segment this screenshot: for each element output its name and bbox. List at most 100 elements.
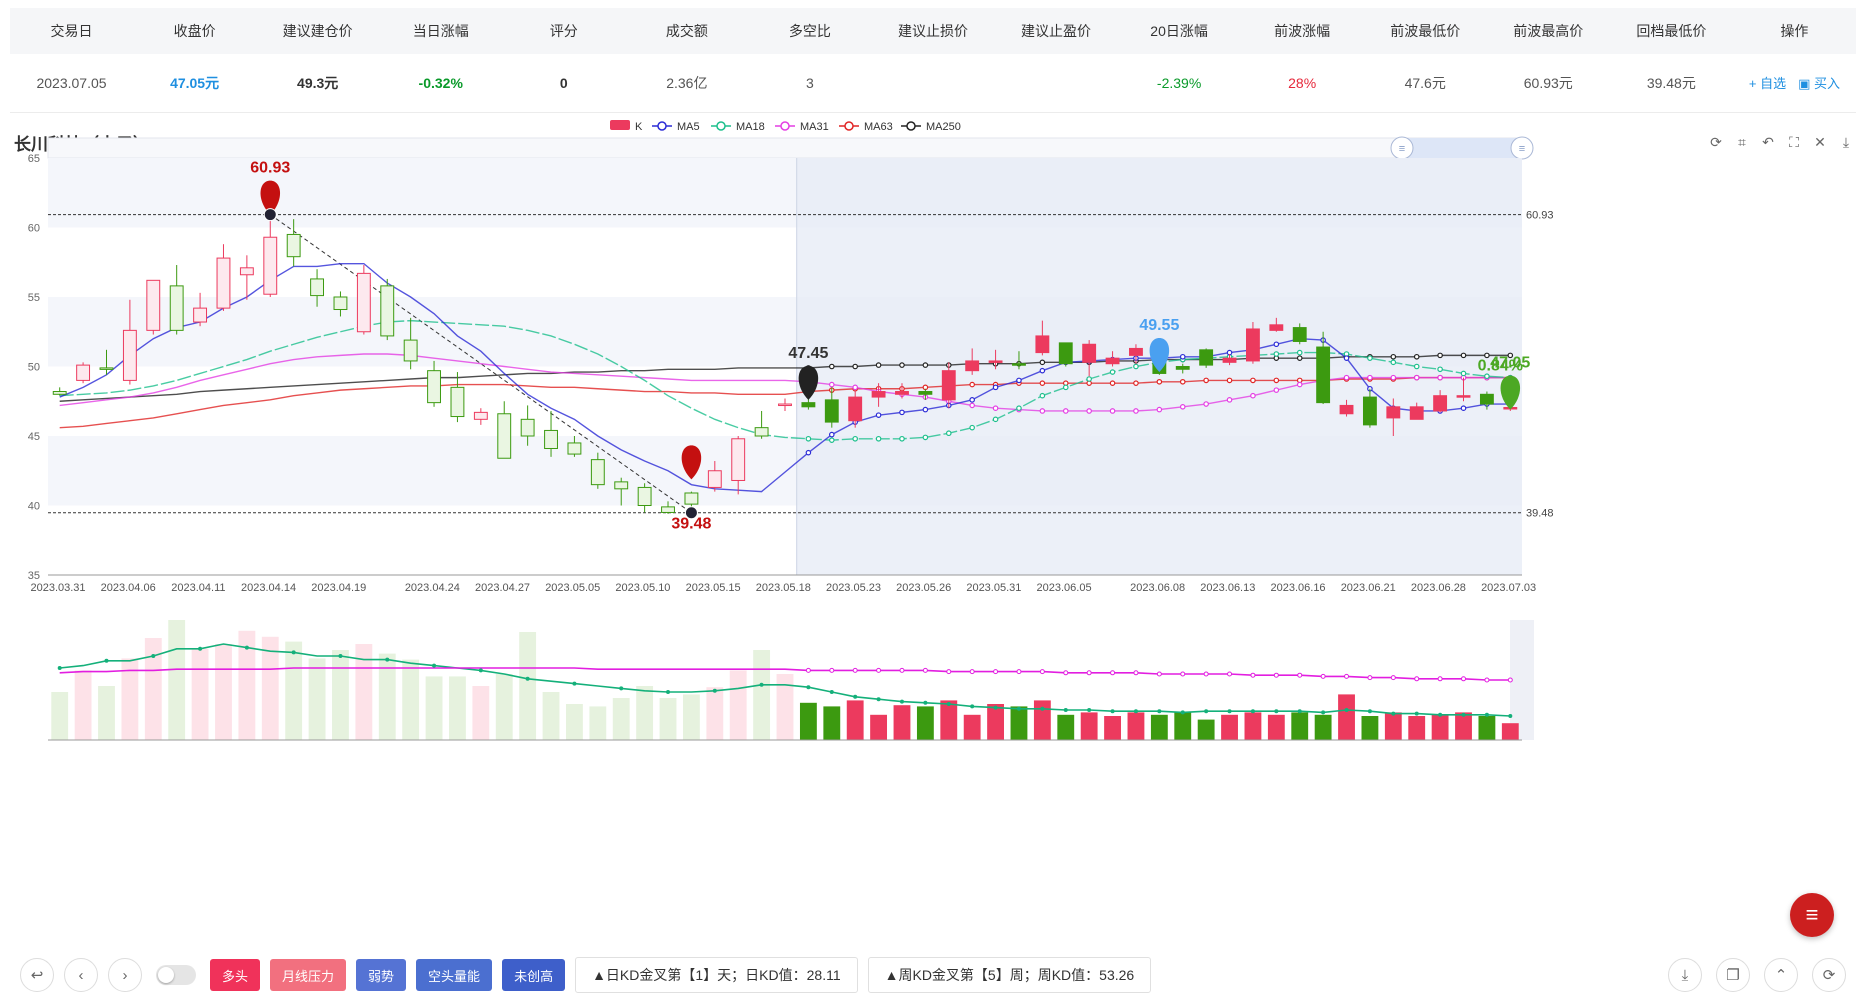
ma63-point — [1109, 380, 1116, 386]
tag-weak[interactable]: 弱势 — [356, 959, 407, 991]
download-button[interactable]: ⤓ — [1668, 958, 1702, 992]
x-tick-label: 2023.04.11 — [171, 582, 225, 594]
candle-body — [1269, 324, 1284, 331]
ma31-point — [1086, 408, 1092, 414]
volume-bar — [1431, 714, 1449, 740]
volume-bar — [566, 704, 583, 740]
tag-bear-volume[interactable]: 空头量能 — [416, 959, 493, 991]
cell-take-profit — [994, 54, 1118, 113]
candle-body — [1082, 343, 1097, 363]
ma31-point — [1062, 408, 1069, 414]
next-button[interactable]: › — [108, 958, 142, 992]
volume-ma-point — [1297, 709, 1302, 714]
volume-ma-point — [922, 667, 928, 673]
ma31-point — [1039, 408, 1046, 414]
volume-ma-point — [1227, 709, 1232, 714]
ma31-point — [992, 405, 999, 412]
legend-dot-swatch — [906, 121, 916, 131]
ma18-point — [805, 435, 812, 442]
x-tick-label: 2023.05.10 — [615, 582, 670, 594]
add-watchlist-link[interactable]: + 自选 — [1749, 76, 1786, 91]
volume-bar — [449, 676, 466, 740]
buy-link[interactable]: ▣ 买入 — [1798, 76, 1840, 91]
ma18-point — [1109, 369, 1116, 375]
volume-bar — [1197, 719, 1215, 740]
volume-bar — [1244, 712, 1262, 740]
prev-button[interactable]: ‹ — [64, 958, 98, 992]
right-actions: ⤓ ❐ ⌃ ⟳ — [1668, 958, 1846, 992]
volume-bar — [589, 706, 607, 740]
ma31-point — [1133, 408, 1139, 414]
volume-ma-point — [1016, 669, 1022, 675]
candle-body — [1199, 349, 1214, 366]
volume-bar — [168, 620, 186, 740]
menu-fab-button[interactable]: ≡ — [1790, 893, 1834, 937]
tag-monthly-pressure[interactable]: 月线压力 — [270, 959, 347, 991]
ma250-point — [922, 362, 929, 368]
volume-ma-point — [1344, 673, 1350, 679]
scroll-top-button[interactable]: ⌃ — [1764, 958, 1798, 992]
volume-ma-point — [198, 646, 203, 651]
mid-pin-label: 49.55 — [1139, 317, 1179, 334]
low-pin-label: 39.48 — [671, 516, 711, 533]
ma18-point — [1484, 373, 1490, 380]
refresh-button[interactable]: ⟳ — [1812, 958, 1846, 992]
ma5-point — [805, 449, 812, 456]
volume-bar — [495, 674, 513, 740]
volume-ma-point — [244, 645, 249, 650]
ma31-point — [1273, 387, 1280, 393]
ma63-point — [1179, 378, 1186, 385]
volume-ma-point — [1086, 670, 1092, 676]
candle-body — [1433, 395, 1448, 412]
volume-ma-point — [1180, 710, 1185, 715]
volume-bar — [425, 676, 443, 740]
candle-body — [637, 486, 652, 506]
volume-bar — [963, 714, 981, 740]
tag-no-new-high[interactable]: 未创高 — [502, 959, 566, 991]
ma250-point — [1039, 359, 1046, 366]
back-button[interactable]: ↩ — [20, 958, 54, 992]
mode-toggle[interactable] — [156, 965, 196, 985]
y-tick-label: 35 — [28, 570, 40, 582]
volume-ma-point — [1414, 711, 1419, 716]
legend-dot-swatch — [657, 121, 667, 131]
ma18-point — [1460, 370, 1467, 377]
ma31-point — [1250, 392, 1256, 399]
volume-bar — [1057, 714, 1075, 740]
ma31-point — [1156, 406, 1163, 413]
x-tick-label: 2023.05.26 — [896, 582, 951, 594]
cell-date: 2023.07.05 — [10, 54, 134, 113]
summary-table: 交易日 收盘价 建议建仓价 当日涨幅 评分 成交额 多空比 建议止损价 建议止盈… — [10, 8, 1856, 113]
legend-label: MA5 — [677, 121, 700, 133]
back-icon: ↩ — [30, 967, 44, 984]
candle-body — [76, 364, 91, 381]
download-icon: ⤓ — [1681, 966, 1689, 984]
col-header-stop-loss: 建议止损价 — [871, 8, 995, 54]
volume-bar — [659, 698, 677, 740]
ma250-point — [899, 362, 905, 368]
ma250-point — [1390, 353, 1397, 360]
kline-chart[interactable]: K MA5 MA18 MA31 MA63 MA250≡ ≡65605550454035202… — [0, 120, 1866, 940]
ma63-point — [1203, 377, 1209, 384]
tag-bull[interactable]: 多头 — [210, 959, 261, 991]
zoom-slider-track — [47, 137, 1525, 159]
candle-body — [1339, 404, 1354, 415]
volume-ma-point — [291, 650, 296, 655]
copy-button[interactable]: ❐ — [1716, 958, 1750, 992]
entry-pin-label: 47.45 — [788, 345, 828, 362]
cell-chg20: -2.39% — [1117, 54, 1241, 113]
volume-ma-point — [829, 667, 835, 673]
ma5-point — [1016, 377, 1022, 384]
x-tick-label: 2023.05.05 — [545, 582, 600, 594]
ma250-point — [1437, 352, 1443, 359]
ma31-point — [1413, 374, 1420, 381]
x-tick-label: 2023.04.19 — [311, 582, 366, 594]
volume-ma-point — [1227, 671, 1233, 677]
x-tick-label: 2023.04.24 — [405, 582, 460, 594]
volume-bar — [519, 632, 537, 740]
col-header-prev-low: 前波最低价 — [1363, 8, 1487, 54]
col-header-prev-high: 前波最高价 — [1486, 8, 1610, 54]
volume-bar — [74, 670, 92, 740]
candle-body — [895, 391, 909, 395]
candle-body — [544, 429, 558, 450]
